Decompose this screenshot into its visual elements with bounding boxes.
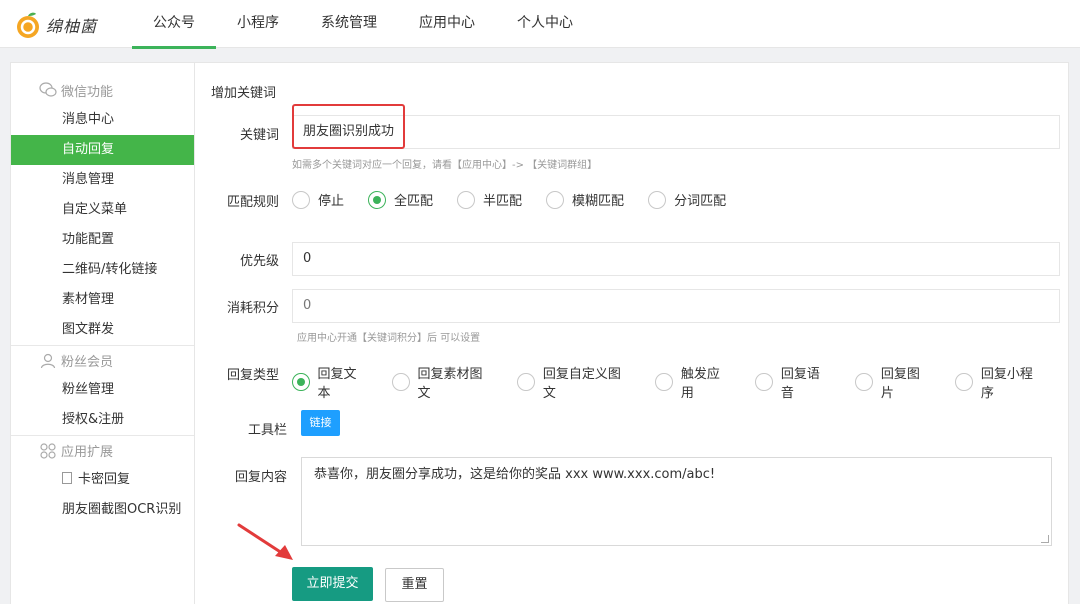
- radio-dot: [648, 190, 667, 209]
- nav-mini-program[interactable]: 小程序: [216, 0, 300, 48]
- reply-type-label: 回复类型: [226, 368, 279, 383]
- apps-icon: [39, 442, 57, 460]
- reply-type-material-news[interactable]: 回复素材图文: [392, 363, 493, 401]
- match-rule-fuzzy[interactable]: 模糊匹配: [546, 190, 624, 209]
- nav-official-account[interactable]: 公众号: [132, 0, 216, 49]
- logo-text: 绵柚菌: [46, 17, 98, 36]
- sidebar-item-custom-menu[interactable]: 自定义菜单: [11, 195, 194, 225]
- reply-content-text: 恭喜你，朋友圈分享成功，这是给你的奖品 xxx www.xxx.com/abc!: [314, 467, 716, 482]
- sidebar-item-mass-send[interactable]: 图文群发: [11, 315, 194, 345]
- reset-button[interactable]: 重置: [385, 568, 444, 602]
- match-rule-half[interactable]: 半匹配: [457, 190, 522, 209]
- sidebar-group-label: 应用扩展: [61, 445, 114, 460]
- toolbar-label: 工具栏: [247, 423, 287, 438]
- page-title: 增加关键词: [211, 86, 277, 101]
- top-navbar: 绵柚菌 公众号 小程序 系统管理 应用中心 个人中心: [0, 0, 1080, 49]
- main-panel: 增加关键词 关键词 朋友圈识别成功 如需多个关键词对应一个回复，请看【应用中心】…: [195, 62, 1069, 604]
- resize-handle[interactable]: [1041, 535, 1049, 543]
- sidebar-group-fans: 粉丝会员: [11, 345, 194, 375]
- reply-type-image[interactable]: 回复图片: [855, 363, 931, 401]
- sidebar-item-function-config[interactable]: 功能配置: [11, 225, 194, 255]
- points-hint: 应用中心开通【关键词积分】后 可以设置: [297, 333, 481, 344]
- priority-label: 优先级: [239, 254, 279, 269]
- submit-button[interactable]: 立即提交: [292, 567, 373, 601]
- match-rule-exact[interactable]: 全匹配: [368, 190, 433, 209]
- radio-dot: [755, 373, 773, 391]
- radio-dot: [392, 373, 410, 391]
- sidebar-item-auth-register[interactable]: 授权&注册: [11, 405, 194, 435]
- reply-type-mini-program[interactable]: 回复小程序: [955, 363, 1044, 401]
- match-rule-label: 匹配规则: [226, 195, 279, 210]
- user-icon: [39, 352, 57, 370]
- radio-dot: [546, 190, 565, 209]
- points-label: 消耗积分: [226, 301, 279, 316]
- nav-personal-center[interactable]: 个人中心: [496, 0, 594, 48]
- reply-content-label: 回复内容: [234, 470, 287, 485]
- match-rule-stop[interactable]: 停止: [292, 190, 344, 209]
- reply-content-textarea[interactable]: 恭喜你，朋友圈分享成功，这是给你的奖品 xxx www.xxx.com/abc!: [301, 457, 1052, 546]
- sidebar-item-material-management[interactable]: 素材管理: [11, 285, 194, 315]
- keyword-input[interactable]: 朋友圈识别成功: [292, 115, 1060, 149]
- sidebar-item-fans-management[interactable]: 粉丝管理: [11, 375, 194, 405]
- sidebar-group-label: 微信功能: [61, 84, 114, 100]
- points-input[interactable]: 0: [292, 289, 1060, 323]
- sidebar-item-message-management[interactable]: 消息管理: [11, 165, 194, 195]
- sidebar-group-app-extension: 应用扩展: [11, 435, 194, 465]
- document-icon: [62, 472, 72, 484]
- sidebar-group-wechat: 微信功能: [11, 75, 194, 105]
- nav-app-center[interactable]: 应用中心: [398, 0, 496, 48]
- radio-dot: [368, 190, 387, 209]
- keyword-hint: 如需多个关键词对应一个回复，请看【应用中心】-> 【关键词群组】: [292, 160, 598, 171]
- sidebar-item-card-reply[interactable]: 卡密回复: [11, 465, 194, 495]
- radio-dot: [457, 190, 476, 209]
- reply-type-group: 回复文本 回复素材图文 回复自定义图文 触发应用 回复语音 回复图片 回复小程序: [292, 363, 1068, 401]
- sidebar-item-qrcode-links[interactable]: 二维码/转化链接: [11, 255, 194, 285]
- match-rule-segment[interactable]: 分词匹配: [648, 190, 726, 209]
- radio-dot: [517, 373, 535, 391]
- sidebar: 微信功能 消息中心 自动回复 消息管理 自定义菜单 功能配置 二维码/转化链接 …: [10, 62, 195, 604]
- main-nav: 公众号 小程序 系统管理 应用中心 个人中心: [132, 0, 594, 49]
- reply-type-voice[interactable]: 回复语音: [755, 363, 831, 401]
- sidebar-group-label: 粉丝会员: [61, 355, 114, 370]
- reply-type-text[interactable]: 回复文本: [292, 363, 368, 401]
- annotation-arrow-icon: [237, 523, 293, 560]
- sidebar-item-label: 卡密回复: [78, 472, 131, 487]
- annotation-highlight-box: [292, 104, 405, 149]
- sidebar-item-moments-ocr[interactable]: 朋友圈截图OCR识别: [11, 495, 194, 525]
- radio-dot: [955, 373, 973, 391]
- sidebar-item-auto-reply[interactable]: 自动回复: [11, 135, 194, 165]
- radio-dot: [855, 373, 873, 391]
- reply-type-trigger-app[interactable]: 触发应用: [655, 363, 731, 401]
- sidebar-item-message-center[interactable]: 消息中心: [11, 105, 194, 135]
- radio-dot: [292, 190, 310, 209]
- priority-input[interactable]: 0: [292, 242, 1060, 276]
- radio-dot: [292, 373, 310, 391]
- orange-logo-icon: [17, 12, 39, 38]
- wechat-icon: [39, 81, 57, 99]
- reply-type-custom-news[interactable]: 回复自定义图文: [517, 363, 631, 401]
- radio-dot: [655, 373, 673, 391]
- nav-system-management[interactable]: 系统管理: [300, 0, 398, 48]
- insert-link-button[interactable]: 链接: [301, 410, 340, 436]
- keyword-label: 关键词: [239, 128, 279, 143]
- app-logo[interactable]: 绵柚菌: [14, 9, 97, 41]
- match-rule-group: 停止 全匹配 半匹配 模糊匹配 分词匹配: [292, 190, 750, 209]
